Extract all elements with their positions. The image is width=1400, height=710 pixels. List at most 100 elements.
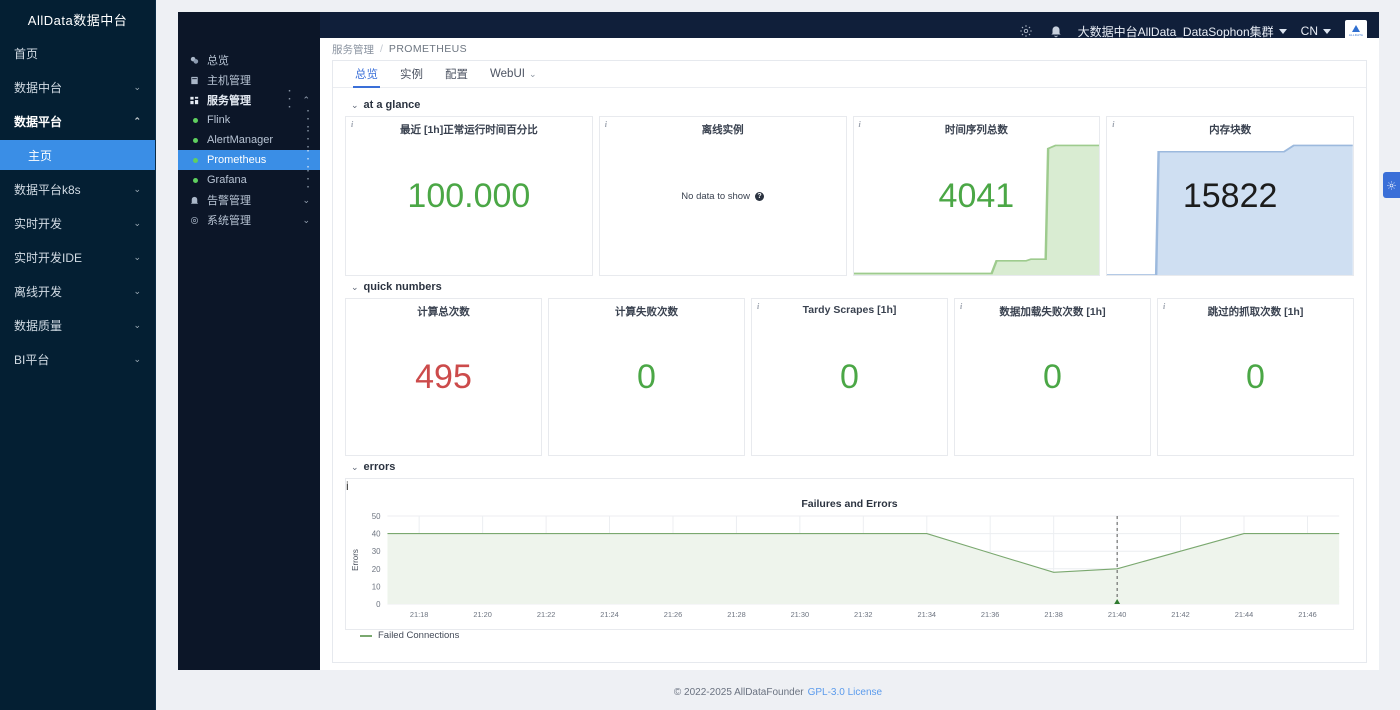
logo-mark-icon bbox=[1352, 25, 1360, 32]
status-dot bbox=[193, 137, 198, 143]
breadcrumb-parent[interactable]: 服务管理 bbox=[332, 42, 374, 57]
metric-value: 15822 bbox=[1182, 176, 1278, 215]
avatar-label: ALLDATA bbox=[1348, 33, 1364, 37]
chevron-down-icon: ⌄ bbox=[133, 183, 141, 194]
svg-text:21:28: 21:28 bbox=[727, 610, 746, 619]
sidebar-item-2[interactable]: 数据平台 ⌃ bbox=[0, 106, 155, 136]
status-dot bbox=[193, 117, 198, 123]
metric-value: 0 bbox=[637, 357, 656, 396]
chevron-down-icon: ⌄ bbox=[133, 81, 141, 92]
license-link[interactable]: GPL-3.0 License bbox=[808, 687, 883, 698]
footer: © 2022-2025 AllDataFounder GPL-3.0 Licen… bbox=[156, 684, 1400, 700]
inner-nav-item-告警管理[interactable]: 告警管理 ⌄ bbox=[178, 190, 320, 210]
empty-state: No data to show? bbox=[681, 191, 764, 202]
sidebar-item-3[interactable]: 主页 bbox=[0, 140, 155, 170]
svg-text:21:44: 21:44 bbox=[1235, 610, 1254, 619]
quick-card-2: i Tardy Scrapes [1h] 0 bbox=[751, 298, 948, 456]
sidebar-item-0[interactable]: 首页 bbox=[0, 38, 155, 68]
status-dot-online bbox=[188, 137, 200, 143]
metric-value: 100.000 bbox=[407, 176, 531, 215]
chevron-down-icon: ⌄ bbox=[528, 68, 537, 79]
card-title: 计算总次数 bbox=[417, 306, 470, 318]
tab-配置[interactable]: 配置 bbox=[445, 61, 468, 88]
sidebar-item-1[interactable]: 数据中台 ⌄ bbox=[0, 72, 155, 102]
metric-value: 4041 bbox=[938, 176, 1015, 215]
dashboard-board: ⌄ at a glance i 最近 [1h]正常运行时间百分比 100.000 i 离… bbox=[333, 88, 1366, 662]
inner-nav-label: 系统管理 bbox=[207, 215, 251, 227]
quick-card-1: 计算失败次数 0 bbox=[548, 298, 745, 456]
gear-icon[interactable] bbox=[1018, 23, 1034, 39]
glance-card-0: i 最近 [1h]正常运行时间百分比 100.000 bbox=[345, 116, 593, 276]
chevron-down-icon bbox=[1323, 28, 1331, 34]
svg-text:10: 10 bbox=[372, 582, 381, 591]
sidebar-item-5[interactable]: 实时开发 ⌄ bbox=[0, 208, 155, 238]
sidebar-item-7[interactable]: 离线开发 ⌄ bbox=[0, 276, 155, 306]
settings-drawer-toggle[interactable] bbox=[1383, 172, 1400, 198]
inner-nav-label: 总览 bbox=[207, 55, 229, 67]
sidebar-item-label: 数据质量 bbox=[14, 318, 63, 333]
main-content: 服务管理 / PROMETHEUS 总览 实例 配置 WebUI ⌄ ⌄ at a gl… bbox=[320, 38, 1379, 670]
section-header-errors[interactable]: ⌄ errors bbox=[345, 456, 1354, 478]
info-icon[interactable]: i bbox=[346, 479, 1353, 493]
svg-text:21:34: 21:34 bbox=[918, 610, 937, 619]
sidebar-item-8[interactable]: 数据质量 ⌄ bbox=[0, 310, 155, 340]
chevron-up-icon: ⌃ bbox=[133, 115, 141, 126]
empty-text: No data to show bbox=[681, 190, 750, 202]
svg-text:21:46: 21:46 bbox=[1298, 610, 1317, 619]
svg-text:21:32: 21:32 bbox=[854, 610, 873, 619]
brand-title: AllData数据中台 bbox=[27, 12, 128, 28]
inner-nav-item-alertmanager[interactable]: AlertManager · · · bbox=[178, 127, 320, 153]
grid-icon bbox=[188, 95, 200, 106]
inner-nav-item-系统管理[interactable]: 系统管理 ⌄ bbox=[178, 210, 320, 230]
inner-nav-item-prometheus[interactable]: Prometheus · · · bbox=[178, 147, 320, 173]
inner-nav-item-服务管理[interactable]: 服务管理 · · · ⌃ bbox=[178, 87, 320, 113]
footer-copyright: © 2022-2025 AllDataFounder bbox=[673, 686, 804, 698]
tab-总览[interactable]: 总览 bbox=[353, 61, 380, 88]
svg-text:21:40: 21:40 bbox=[1108, 610, 1127, 619]
status-dot bbox=[193, 157, 198, 163]
chevron-down-icon: ⌄ bbox=[133, 217, 141, 228]
svg-text:0: 0 bbox=[376, 600, 381, 609]
svg-text:21:26: 21:26 bbox=[664, 610, 683, 619]
chevron-down-icon: ⌄ bbox=[133, 285, 141, 296]
app-root: AllData数据中台 首页数据中台 ⌄ 数据平台 ⌃ 主页数据平台k8s ⌄ 实时开发 ⌄ 实… bbox=[0, 0, 1400, 710]
errors-chart-card: i Failures and Errors 0 10 20 30 40 50 21:18 21… bbox=[345, 478, 1354, 641]
section-label: quick numbers bbox=[363, 281, 442, 293]
inner-nav-label: Flink bbox=[207, 114, 231, 126]
inner-nav-item-flink[interactable]: Flink · · · bbox=[178, 107, 320, 133]
inner-nav-label: AlertManager bbox=[207, 134, 274, 146]
section-header-at-a-glance[interactable]: ⌄ at a glance bbox=[345, 94, 1354, 116]
language-selector[interactable]: CN bbox=[1301, 24, 1331, 38]
errors-chart-plot: 0 10 20 30 40 50 21:18 21:20 21:22 21:24 21:26 21:2… bbox=[346, 510, 1353, 628]
chevron-down-icon: ⌄ bbox=[133, 319, 141, 330]
tab-WebUI[interactable]: WebUI ⌄ bbox=[490, 61, 537, 88]
metric-value: 495 bbox=[415, 357, 472, 396]
sidebar-item-label: 数据平台 bbox=[14, 114, 63, 129]
chevron-down-icon: ⌄ bbox=[133, 353, 141, 364]
sidebar-item-9[interactable]: BI平台 ⌄ bbox=[0, 344, 155, 374]
tab-实例[interactable]: 实例 bbox=[400, 61, 423, 88]
breadcrumb-separator: / bbox=[380, 43, 383, 55]
glance-card-3: i 内存块数 15822 bbox=[1106, 116, 1354, 276]
sidebar-item-4[interactable]: 数据平台k8s ⌄ bbox=[0, 174, 155, 204]
sidebar-item-label: BI平台 bbox=[14, 352, 50, 367]
sidebar-item-6[interactable]: 实时开发IDE ⌄ bbox=[0, 242, 155, 272]
bell-icon[interactable] bbox=[1048, 23, 1064, 39]
legend-swatch bbox=[360, 634, 372, 637]
more-options-icon[interactable]: · · · bbox=[288, 87, 291, 113]
inner-nav-item-grafana[interactable]: Grafana · · · bbox=[178, 167, 320, 193]
more-options-icon[interactable]: · · · bbox=[307, 167, 310, 193]
cluster-selector[interactable]: 大数据中台AllData_DataSophon集群 bbox=[1078, 23, 1287, 40]
section-header-quick-numbers[interactable]: ⌄ quick numbers bbox=[345, 276, 1354, 298]
inner-nav: 总览 主机管理 服务管理 · · · ⌃ Flink · · · AlertManager · · · Pro… bbox=[178, 12, 320, 670]
card-title: 计算失败次数 bbox=[615, 306, 678, 318]
svg-text:21:38: 21:38 bbox=[1044, 610, 1063, 619]
svg-text:21:42: 21:42 bbox=[1171, 610, 1190, 619]
glance-card-2: i 时间序列总数 4041 bbox=[852, 116, 1101, 276]
help-icon[interactable]: ? bbox=[754, 191, 764, 201]
inner-nav-item-总览[interactable]: 总览 bbox=[178, 50, 320, 70]
inner-nav-item-主机管理[interactable]: 主机管理 bbox=[178, 70, 320, 90]
card-title: 内存块数 bbox=[1209, 124, 1252, 136]
chart-legend[interactable]: Failed Connections bbox=[346, 628, 1353, 645]
sidebar-item-label: 数据中台 bbox=[14, 80, 63, 95]
